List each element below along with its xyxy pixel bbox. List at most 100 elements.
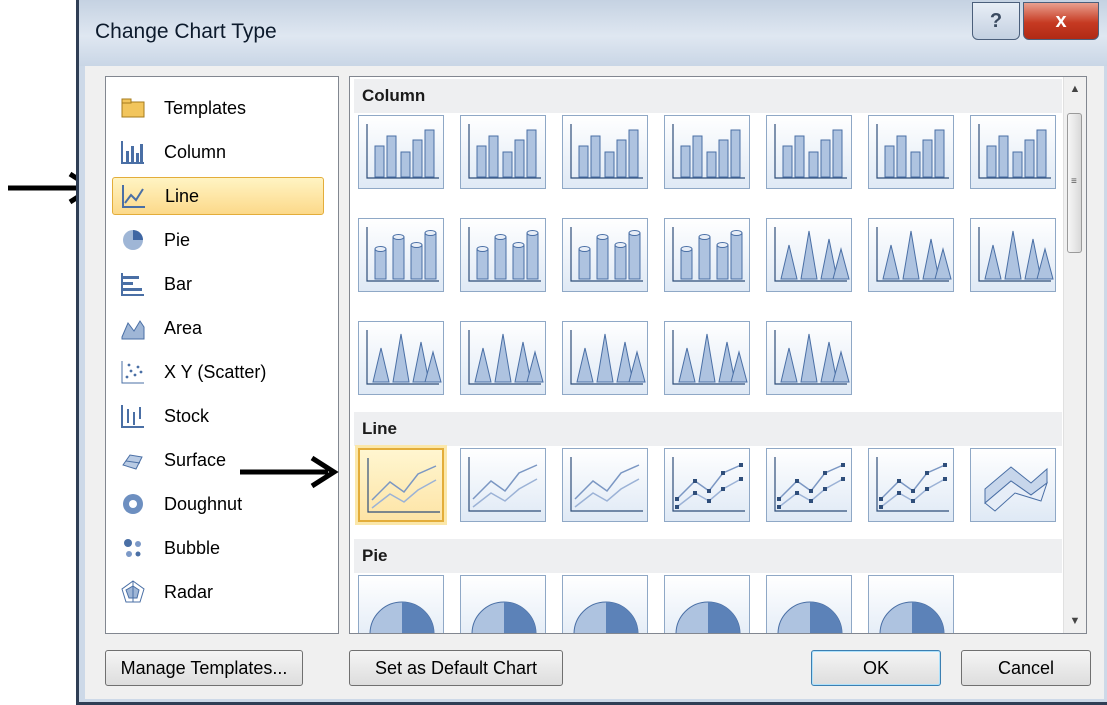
- chart-thumb-3d-column[interactable]: [970, 115, 1056, 189]
- chart-thumb-3d-clustered-column[interactable]: [664, 115, 750, 189]
- chart-type-item-templates[interactable]: Templates: [112, 89, 324, 127]
- chart-thumb-pie[interactable]: [358, 575, 444, 633]
- 100-stacked-line-icon: [570, 457, 643, 512]
- chart-type-item-line[interactable]: Line: [112, 177, 324, 215]
- folder-icon: [120, 95, 146, 121]
- gallery-scrollbar[interactable]: ▲ ≡ ▼: [1063, 77, 1086, 633]
- chart-thumb-clustered-cylinder[interactable]: [358, 218, 444, 292]
- chart-type-label: Surface: [164, 449, 227, 470]
- chart-thumb-stacked-cone[interactable]: [868, 218, 954, 292]
- chart-thumb-pie-of-pie[interactable]: [562, 575, 648, 633]
- chart-type-label: Line: [165, 185, 200, 206]
- chart-type-list: Templates Column Line Pie Bar Area X Y (Scatte…: [105, 76, 339, 634]
- chart-thumb-3d-100-stacked-column[interactable]: [868, 115, 954, 189]
- gallery-section-header: Pie: [354, 539, 1062, 573]
- chart-thumb-clustered-column[interactable]: [358, 115, 444, 189]
- ok-button[interactable]: OK: [811, 650, 941, 686]
- chart-type-item-pie[interactable]: Pie: [112, 221, 324, 259]
- chart-thumb-100-stacked-cone[interactable]: [970, 218, 1056, 292]
- chart-thumb-stacked-cylinder[interactable]: [460, 218, 546, 292]
- area-chart-icon: [120, 315, 146, 341]
- chart-type-item-stock[interactable]: Stock: [112, 397, 324, 435]
- radar-chart-icon: [120, 579, 146, 605]
- chart-thumb-100-stacked-line[interactable]: [562, 448, 648, 522]
- set-default-chart-button[interactable]: Set as Default Chart: [349, 650, 563, 686]
- clustered-column-icon: [366, 124, 439, 179]
- clustered-pyramid-icon: [468, 330, 544, 385]
- annotation-arrow-gallery: [240, 455, 339, 489]
- 3d-exploded-pie-icon: [777, 601, 843, 633]
- cancel-button[interactable]: Cancel: [961, 650, 1091, 686]
- help-button[interactable]: ?: [972, 2, 1020, 40]
- chart-thumb-stacked-line[interactable]: [460, 448, 546, 522]
- help-icon: ?: [989, 9, 1003, 32]
- line-with-markers-icon: [672, 457, 745, 512]
- gallery-section-header: Column: [354, 79, 1062, 113]
- chart-thumb-clustered-cone[interactable]: [766, 218, 852, 292]
- doughnut-chart-icon: [120, 491, 146, 517]
- scroll-down-icon[interactable]: ▼: [1064, 611, 1086, 631]
- chart-thumb-3d-pyramid[interactable]: [766, 321, 852, 395]
- bar-chart-icon: [120, 271, 146, 297]
- chart-type-label: Area: [164, 317, 203, 338]
- chart-thumb-3d-pie[interactable]: [460, 575, 546, 633]
- chart-type-item-radar[interactable]: Radar: [112, 573, 324, 611]
- 3d-stacked-column-icon: [774, 124, 847, 179]
- chart-thumb-clustered-pyramid[interactable]: [460, 321, 546, 395]
- chart-thumb-100-stacked-column[interactable]: [562, 115, 648, 189]
- dialog-body: Templates Column Line Pie Bar Area X Y (Scatte…: [85, 66, 1104, 699]
- chart-type-item-column[interactable]: Column: [112, 133, 324, 171]
- chart-thumb-line[interactable]: [358, 448, 444, 522]
- chart-thumb-100-stacked-pyramid[interactable]: [664, 321, 750, 395]
- chart-thumb-100-stacked-cylinder[interactable]: [562, 218, 648, 292]
- stacked-pyramid-icon: [570, 330, 646, 385]
- chart-type-item-bubble[interactable]: Bubble: [112, 529, 324, 567]
- clustered-cylinder-icon: [366, 227, 439, 282]
- chart-thumb-3d-exploded-pie[interactable]: [766, 575, 852, 633]
- chart-type-label: Column: [164, 141, 227, 162]
- chart-type-item-x-y-scatter-[interactable]: X Y (Scatter): [112, 353, 324, 391]
- dialog-title: Change Chart Type: [95, 20, 277, 43]
- chart-subtype-gallery: Column Line Pie ▲ ≡ ▼: [349, 76, 1087, 634]
- chart-thumb-3d-cone[interactable]: [358, 321, 444, 395]
- cancel-label: Cancel: [997, 657, 1055, 678]
- title-bar[interactable]: Change Chart Type ? x: [79, 0, 1107, 66]
- chart-thumb-exploded-pie[interactable]: [664, 575, 750, 633]
- stacked-line-icon: [468, 457, 541, 512]
- column-chart-icon: [120, 139, 146, 165]
- chart-thumb-bar-of-pie[interactable]: [868, 575, 954, 633]
- bar-of-pie-icon: [879, 601, 945, 633]
- chart-thumb-100-stacked-line-with-markers[interactable]: [868, 448, 954, 522]
- manage-templates-label: Manage Templates...: [120, 657, 288, 678]
- chart-type-label: Bubble: [164, 537, 221, 558]
- chart-thumb-stacked-column[interactable]: [460, 115, 546, 189]
- 100-stacked-pyramid-icon: [672, 330, 748, 385]
- 3d-column-icon: [978, 124, 1051, 179]
- stacked-cylinder-icon: [468, 227, 541, 282]
- chart-thumb-3d-stacked-column[interactable]: [766, 115, 852, 189]
- line-icon: [367, 458, 440, 513]
- close-button[interactable]: x: [1023, 2, 1099, 40]
- bubble-chart-icon: [120, 535, 146, 561]
- chart-thumb-stacked-line-with-markers[interactable]: [766, 448, 852, 522]
- surface-chart-icon: [120, 447, 146, 473]
- scroll-up-icon[interactable]: ▲: [1064, 79, 1086, 99]
- manage-templates-button[interactable]: Manage Templates...: [105, 650, 303, 686]
- chart-thumb-3d-line[interactable]: [970, 448, 1056, 522]
- scroll-thumb[interactable]: ≡: [1067, 113, 1082, 253]
- 100-stacked-column-icon: [570, 124, 643, 179]
- chart-type-label: Stock: [164, 405, 210, 426]
- 3d-clustered-column-icon: [672, 124, 745, 179]
- chart-thumb-stacked-pyramid[interactable]: [562, 321, 648, 395]
- 3d-line-icon: [984, 466, 1048, 512]
- chart-thumb-3d-cylinder[interactable]: [664, 218, 750, 292]
- chart-thumb-line-with-markers[interactable]: [664, 448, 750, 522]
- stacked-column-icon: [468, 124, 541, 179]
- 3d-cylinder-icon: [672, 227, 745, 282]
- chart-type-item-area[interactable]: Area: [112, 309, 324, 347]
- chart-type-label: Pie: [164, 229, 191, 250]
- chart-type-label: Doughnut: [164, 493, 243, 514]
- close-icon: x: [1055, 9, 1067, 32]
- chart-type-item-bar[interactable]: Bar: [112, 265, 324, 303]
- set-default-label: Set as Default Chart: [374, 657, 538, 678]
